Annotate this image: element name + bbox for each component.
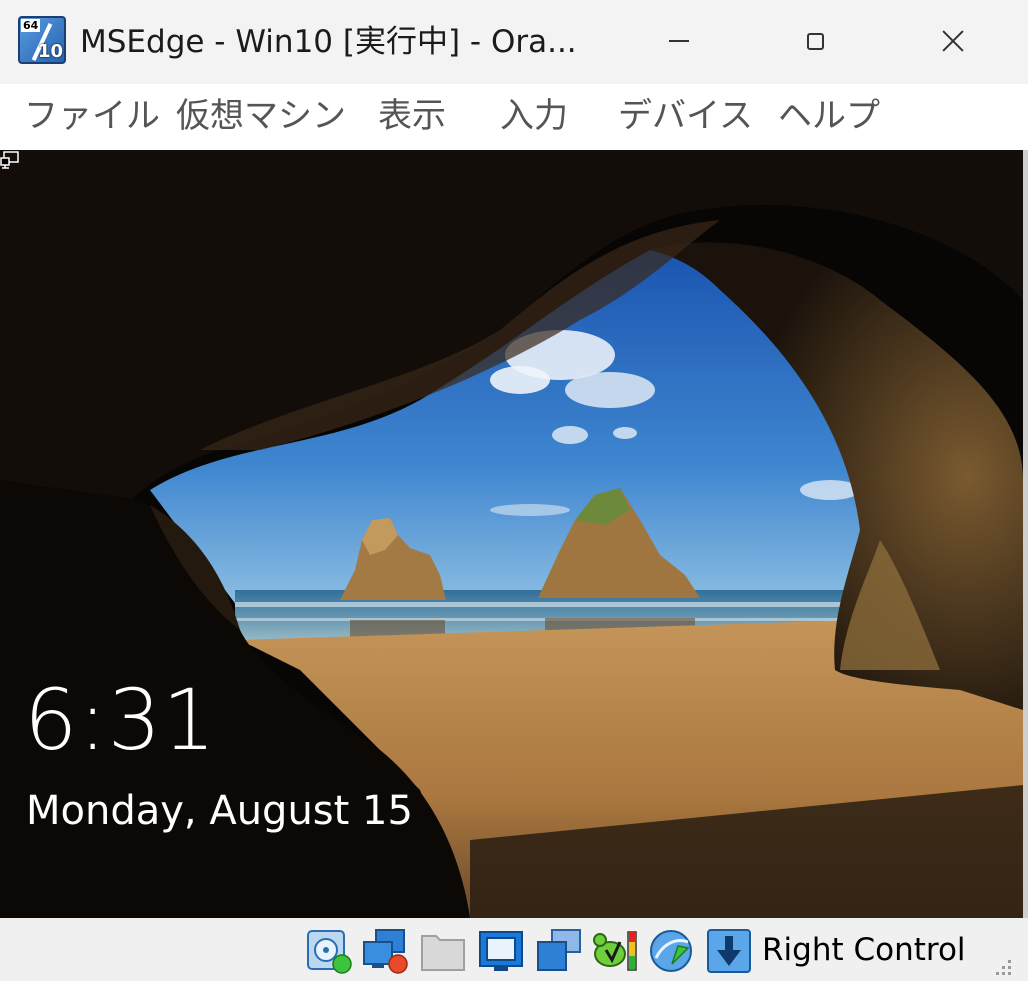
- lockscreen-date: Monday, August 15: [26, 788, 413, 834]
- network-icon[interactable]: [0, 150, 20, 170]
- lockscreen-time: 6:31: [24, 671, 217, 769]
- window-edge: [1023, 150, 1028, 918]
- host-key-label: Right Control: [762, 932, 966, 968]
- minimize-icon: [669, 40, 689, 42]
- menu-view[interactable]: 表示: [378, 94, 446, 138]
- title-bar[interactable]: 64 10 MSEdge - Win10 [実行中] - Ora...: [0, 0, 1028, 84]
- network-adapter-icon[interactable]: [362, 928, 408, 974]
- vm-display[interactable]: 6:31 Monday, August 15: [0, 150, 1023, 918]
- keyboard-capture-icon[interactable]: [706, 928, 752, 974]
- menu-bar: ファイル 仮想マシン 表示 入力 デバイス ヘルプ: [0, 84, 1028, 150]
- menu-devices[interactable]: デバイス: [618, 94, 753, 138]
- mouse-integration-icon[interactable]: [648, 928, 694, 974]
- resize-grip-icon[interactable]: [990, 954, 1014, 978]
- optical-drive-icon[interactable]: [306, 928, 352, 974]
- virtualbox-win10-64-icon[interactable]: 64 10: [18, 16, 66, 64]
- icon-badge-10: 10: [37, 41, 63, 62]
- menu-machine[interactable]: 仮想マシン: [176, 94, 346, 138]
- maximize-icon: [806, 32, 824, 50]
- status-bar: Right Control: [0, 918, 1028, 981]
- menu-input[interactable]: 入力: [500, 94, 568, 138]
- maximize-button[interactable]: [780, 16, 850, 66]
- display-icon[interactable]: [478, 928, 524, 974]
- shared-folder-icon[interactable]: [420, 928, 466, 974]
- close-icon: [941, 29, 965, 53]
- menu-file[interactable]: ファイル: [24, 94, 160, 138]
- menu-help[interactable]: ヘルプ: [778, 94, 880, 138]
- minimize-button[interactable]: [644, 16, 714, 66]
- close-button[interactable]: [918, 16, 988, 66]
- video-capture-icon[interactable]: [536, 928, 582, 974]
- window-title: MSEdge - Win10 [実行中] - Ora...: [80, 24, 577, 60]
- icon-badge-64: 64: [21, 19, 41, 32]
- cpu-activity-icon[interactable]: [592, 928, 638, 974]
- virtualbox-window: 64 10 MSEdge - Win10 [実行中] - Ora... ファイル…: [0, 0, 1028, 981]
